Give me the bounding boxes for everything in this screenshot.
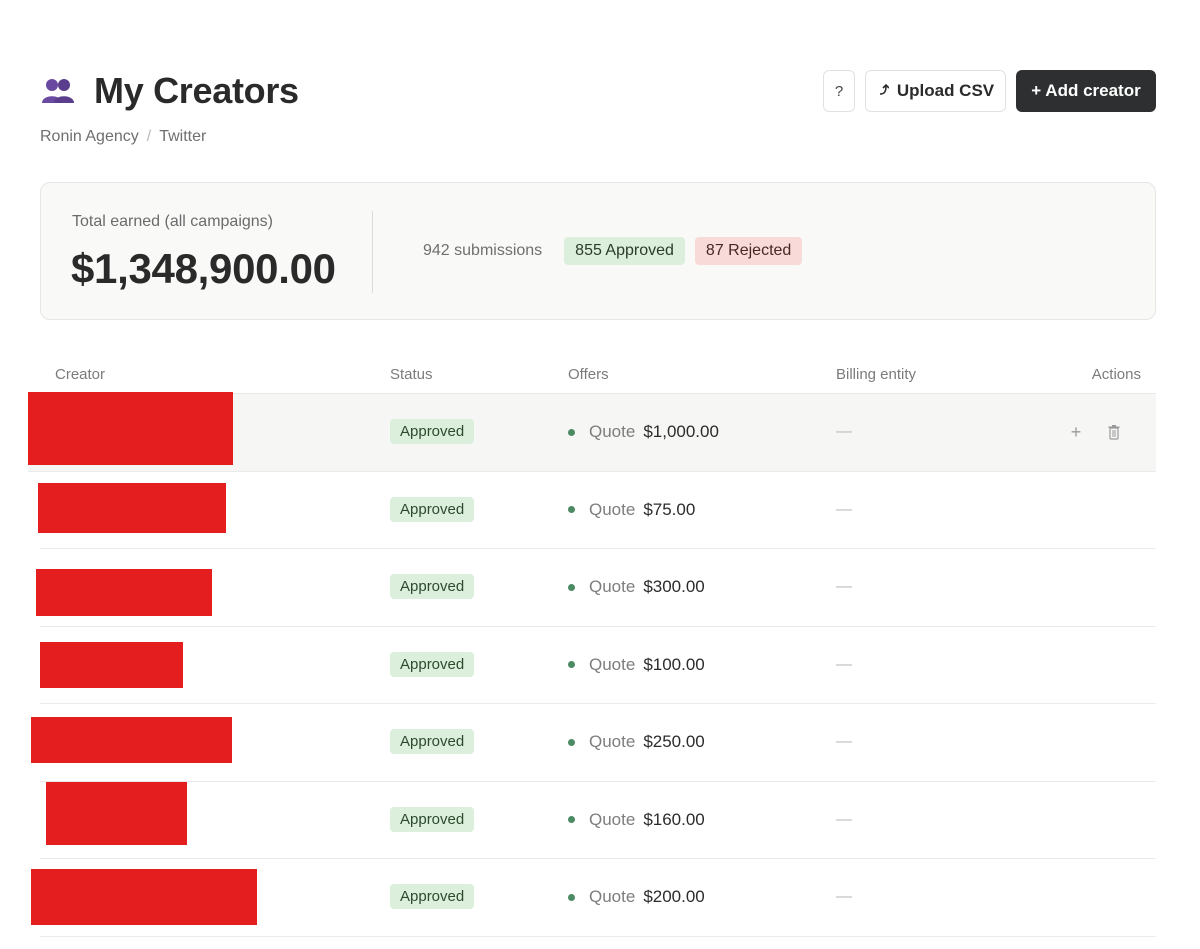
redacted-creator [36, 569, 212, 616]
billing-entity: — [836, 655, 852, 673]
quote-label: Quote [589, 809, 636, 829]
approved-count-badge: 855 Approved [564, 237, 685, 265]
table-row[interactable]: Approved Quote $250.00 — [31, 704, 1156, 782]
billing-entity: — [836, 500, 852, 518]
status-dot [568, 506, 575, 514]
billing-entity: — [836, 810, 852, 828]
quote-amount: $1,000.00 [643, 422, 719, 442]
redacted-creator [31, 717, 232, 763]
offer-cell: Quote $250.00 [568, 732, 705, 752]
status-dot [568, 583, 575, 591]
quote-amount: $75.00 [643, 499, 696, 519]
creators-table: Creator Status Offers Billing entity Act… [28, 356, 1156, 937]
offer-cell: Quote $300.00 [568, 577, 705, 597]
status-badge: Approved [390, 574, 475, 600]
redacted-creator [46, 781, 187, 845]
status-badge: Approved [390, 806, 475, 832]
status-badge: Approved [390, 729, 475, 755]
upload-icon [877, 81, 890, 101]
quote-amount: $300.00 [643, 577, 705, 597]
page-title: My Creators [94, 70, 299, 111]
status-badge: Approved [390, 651, 475, 677]
earnings-summary-card: Total earned (all campaigns) $1,348,900.… [40, 182, 1156, 320]
submissions-count: 942 submissions [423, 242, 543, 259]
column-header-status[interactable]: Status [390, 366, 433, 383]
breadcrumb-item-platform[interactable]: Twitter [159, 128, 206, 146]
breadcrumb: Ronin Agency / Twitter [40, 128, 206, 146]
total-earned-value: $1,348,900.00 [71, 245, 336, 292]
breadcrumb-separator: / [146, 128, 152, 145]
status-badge: Approved [390, 419, 475, 445]
table-row[interactable]: Approved Quote $160.00 — [40, 781, 1156, 859]
status-dot [568, 428, 575, 436]
upload-csv-label: Upload CSV [896, 81, 995, 100]
add-offer-button[interactable]: + [1066, 422, 1086, 442]
status-dot [568, 816, 575, 824]
rejected-count-badge: 87 Rejected [694, 237, 803, 265]
submission-stats: 942 submissions 855 Approved 87 Rejected [423, 237, 803, 265]
offer-cell: Quote $100.00 [568, 655, 705, 675]
quote-label: Quote [589, 732, 636, 752]
add-creator-button[interactable]: + Add creator [1016, 70, 1156, 112]
quote-label: Quote [589, 654, 636, 674]
page-header: My Creators Ronin Agency / Twitter ? Upl… [40, 70, 1156, 160]
breadcrumb-item-agency[interactable]: Ronin Agency [40, 128, 139, 146]
summary-divider [372, 211, 373, 293]
column-header-billing-entity[interactable]: Billing entity [836, 366, 916, 383]
column-header-offers[interactable]: Offers [568, 366, 609, 383]
redacted-creator [38, 482, 226, 533]
table-header: Creator Status Offers Billing entity Act… [40, 356, 1156, 394]
redacted-creator [40, 641, 183, 688]
table-row[interactable]: Approved Quote $300.00 — [36, 549, 1156, 627]
billing-entity: — [836, 423, 852, 441]
quote-amount: $100.00 [643, 654, 705, 674]
offer-cell: Quote $200.00 [568, 887, 705, 907]
billing-entity: — [836, 578, 852, 596]
status-dot [568, 893, 575, 901]
billing-entity: — [836, 888, 852, 906]
quote-label: Quote [589, 887, 636, 907]
table-row[interactable]: Approved Quote $1,000.00 — + [28, 392, 1156, 472]
offer-cell: Quote $160.00 [568, 810, 705, 830]
quote-amount: $200.00 [643, 887, 705, 907]
upload-csv-button[interactable]: Upload CSV [865, 70, 1006, 112]
table-row[interactable]: Approved Quote $200.00 — [31, 859, 1156, 937]
redacted-creator [28, 392, 233, 465]
column-header-actions: Actions [1091, 366, 1141, 383]
quote-label: Quote [589, 422, 636, 442]
row-actions: + [1066, 422, 1124, 442]
help-button[interactable]: ? [823, 70, 855, 112]
quote-label: Quote [589, 499, 636, 519]
status-dot [568, 661, 575, 669]
quote-label: Quote [589, 577, 636, 597]
header-actions: ? Upload CSV + Add creator [823, 70, 1156, 112]
status-badge: Approved [390, 884, 475, 910]
billing-entity: — [836, 733, 852, 751]
quote-amount: $250.00 [643, 732, 705, 752]
redacted-creator [31, 869, 257, 925]
offer-cell: Quote $75.00 [568, 500, 695, 520]
table-row[interactable]: Approved Quote $75.00 — [38, 472, 1156, 549]
status-dot [568, 738, 575, 746]
total-earned-label: Total earned (all campaigns) [72, 213, 273, 230]
column-header-creator[interactable]: Creator [55, 366, 105, 383]
table-row[interactable]: Approved Quote $100.00 — [40, 627, 1156, 704]
status-badge: Approved [390, 496, 475, 522]
quote-amount: $160.00 [643, 809, 705, 829]
trash-icon[interactable] [1104, 422, 1124, 442]
offer-cell: Quote $1,000.00 [568, 422, 719, 442]
people-icon [40, 73, 76, 109]
